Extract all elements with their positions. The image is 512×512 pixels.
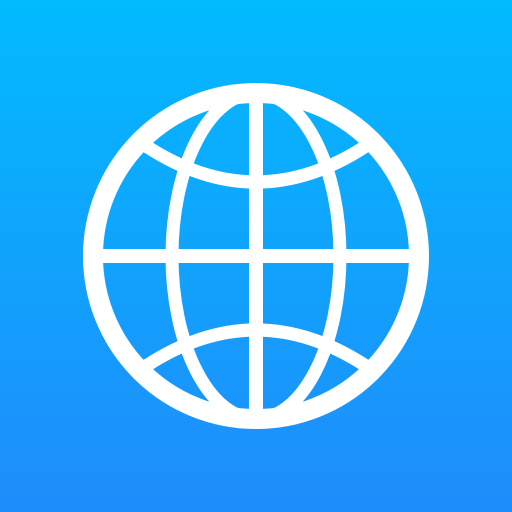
globe-icon bbox=[83, 83, 429, 429]
app-icon-tile[interactable] bbox=[0, 0, 512, 512]
